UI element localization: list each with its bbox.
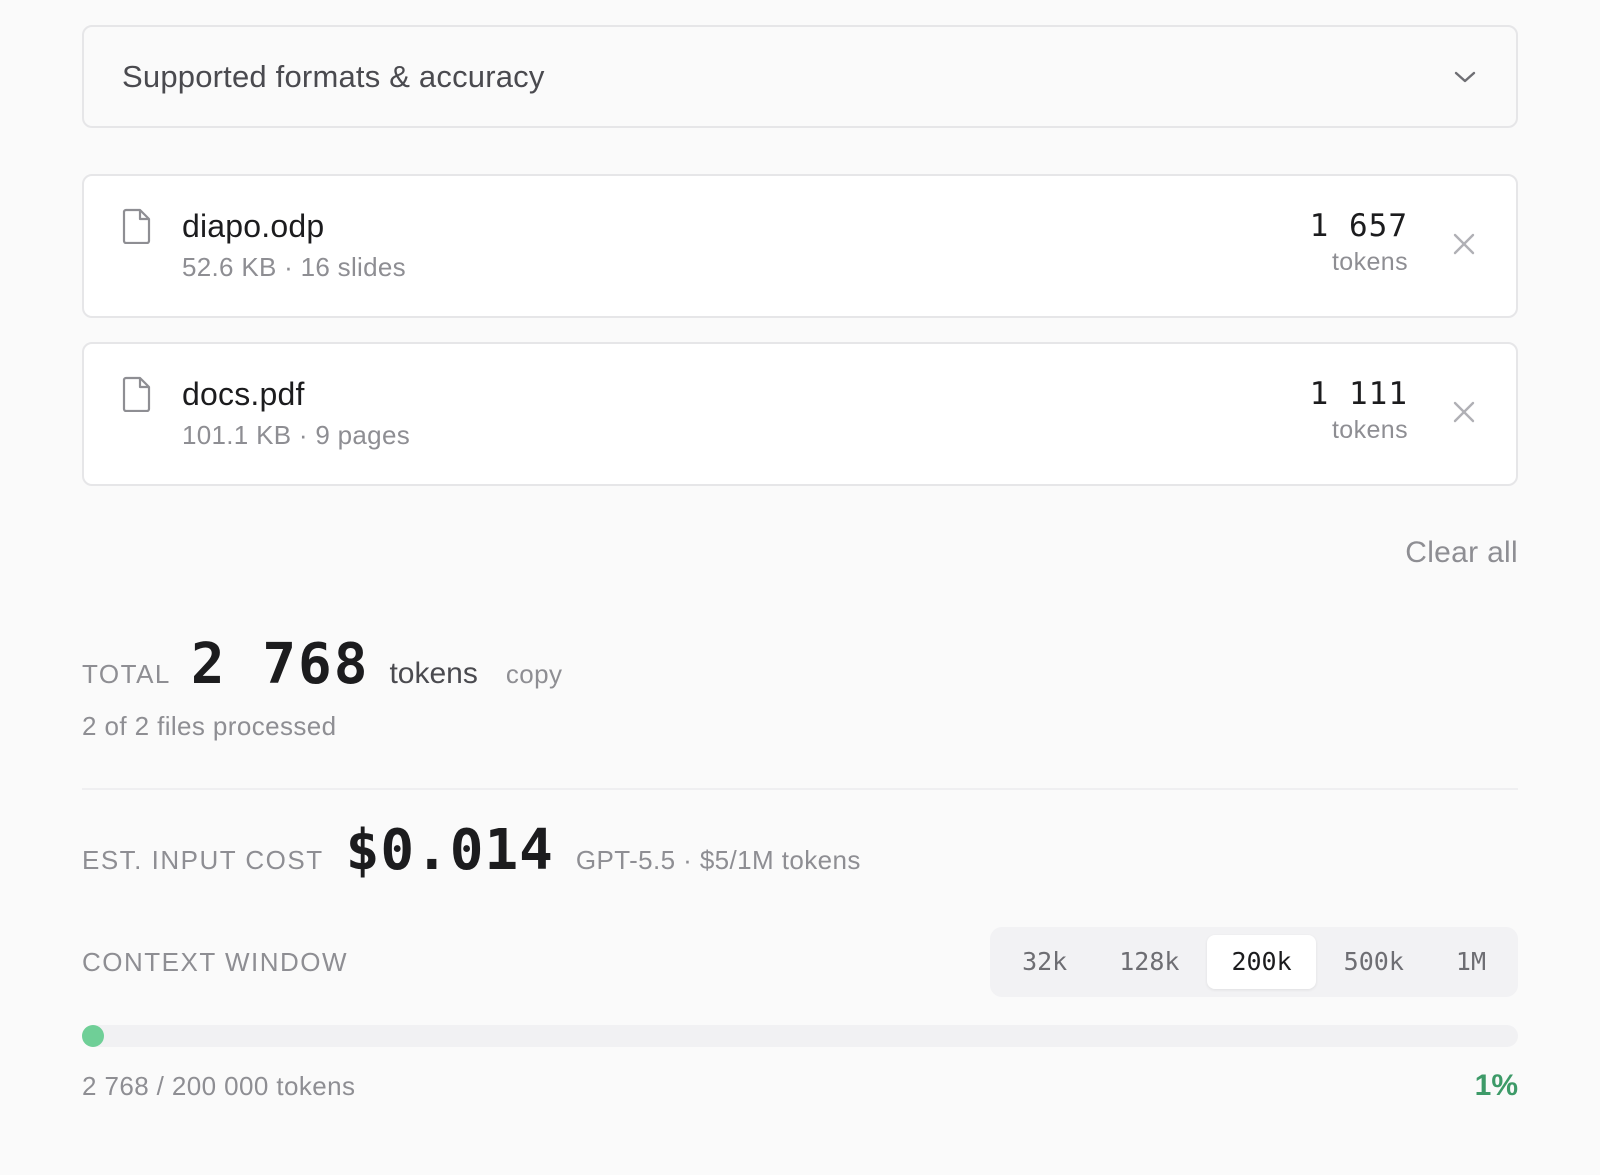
file-name: diapo.odp xyxy=(182,208,325,244)
close-icon[interactable] xyxy=(1452,400,1478,426)
file-meta: 52.6 KB · 16 slides xyxy=(182,252,406,282)
usage-text: 2 768 / 200 000 tokens xyxy=(82,1071,356,1101)
cost-summary: EST. INPUT COST $0.014 GPT-5.5 · $5/1M t… xyxy=(82,818,1518,883)
formats-accordion[interactable]: Supported formats & accuracy xyxy=(82,25,1518,128)
total-unit: tokens xyxy=(389,657,478,690)
context-window-row: CONTEXT WINDOW 32k 128k 200k 500k 1M xyxy=(82,927,1518,997)
processed-status: 2 of 2 files processed xyxy=(82,711,337,741)
clear-all-button[interactable]: Clear all xyxy=(1405,536,1518,570)
usage-percent: 1% xyxy=(1474,1069,1518,1102)
progress-footer: 2 768 / 200 000 tokens 1% xyxy=(82,1069,1518,1103)
file-info: docs.pdf 101.1 KB · 9 pages xyxy=(182,374,1310,451)
progress-fill xyxy=(82,1025,104,1047)
page: Supported formats & accuracy diapo.odp 5… xyxy=(0,0,1600,1175)
context-label: CONTEXT WINDOW xyxy=(82,946,349,977)
copy-button[interactable]: copy xyxy=(506,659,563,690)
context-option-32k[interactable]: 32k xyxy=(998,935,1091,989)
total-value: 2 768 xyxy=(190,632,370,697)
context-option-1m[interactable]: 1M xyxy=(1432,935,1510,989)
total-summary: TOTAL 2 768 tokens copy xyxy=(82,632,1518,697)
file-card: diapo.odp 52.6 KB · 16 slides 1 657 toke… xyxy=(82,174,1518,318)
file-icon xyxy=(122,376,154,413)
file-info: diapo.odp 52.6 KB · 16 slides xyxy=(182,206,1310,283)
context-size-selector: 32k 128k 200k 500k 1M xyxy=(990,927,1518,997)
context-progress-bar xyxy=(82,1025,1518,1047)
context-option-500k[interactable]: 500k xyxy=(1320,935,1428,989)
accordion-title: Supported formats & accuracy xyxy=(122,58,545,94)
file-token-count: 1 657 tokens xyxy=(1310,206,1408,277)
close-icon[interactable] xyxy=(1452,232,1478,258)
file-name: docs.pdf xyxy=(182,376,305,412)
chevron-down-icon[interactable] xyxy=(1452,64,1478,90)
file-tokens-label: tokens xyxy=(1331,248,1408,276)
context-option-200k[interactable]: 200k xyxy=(1207,935,1316,989)
file-tokens-value: 1 657 xyxy=(1309,208,1408,244)
cost-value: $0.014 xyxy=(345,818,554,883)
cost-model: GPT-5.5 · $5/1M tokens xyxy=(575,845,861,875)
file-tokens-label: tokens xyxy=(1331,416,1408,444)
file-token-count: 1 111 tokens xyxy=(1310,374,1408,445)
file-card: docs.pdf 101.1 KB · 9 pages 1 111 tokens xyxy=(82,342,1518,486)
total-label: TOTAL xyxy=(82,659,171,689)
file-meta: 101.1 KB · 9 pages xyxy=(182,420,410,450)
cost-label: EST. INPUT COST xyxy=(82,845,324,875)
file-icon xyxy=(122,208,154,245)
file-tokens-value: 1 111 xyxy=(1309,376,1408,412)
clear-row: Clear all xyxy=(82,536,1518,570)
context-option-128k[interactable]: 128k xyxy=(1095,935,1203,989)
divider xyxy=(82,788,1518,790)
